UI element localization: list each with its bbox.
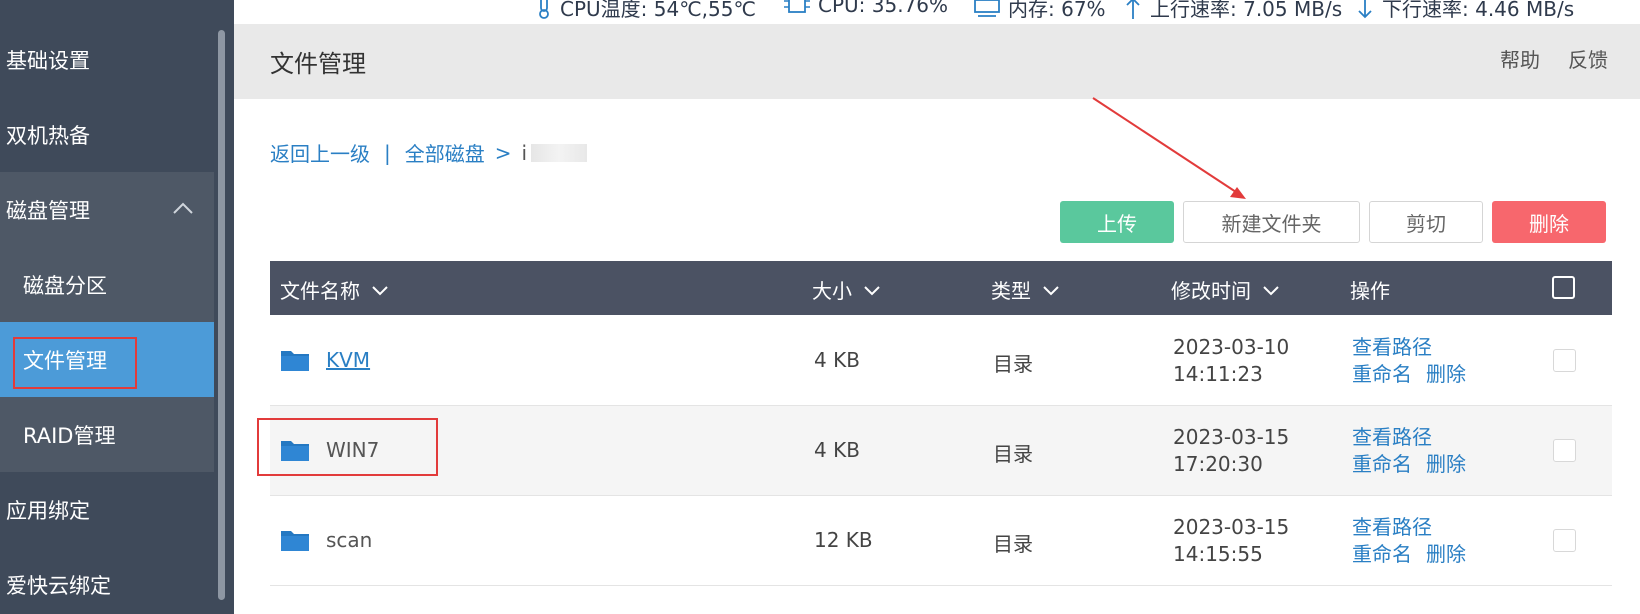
column-name[interactable]: 文件名称 <box>280 275 390 304</box>
folder-icon <box>281 531 309 551</box>
file-name-link[interactable]: KVM <box>326 348 370 372</box>
file-type: 目录 <box>993 532 1033 556</box>
help-link[interactable]: 帮助 <box>1500 44 1540 73</box>
folder-icon <box>281 351 309 371</box>
feedback-link[interactable]: 反馈 <box>1568 44 1608 73</box>
breadcrumb: 返回上一级 | 全部磁盘 > i <box>270 138 588 167</box>
sidebar-item-disk-partition[interactable]: 磁盘分区 <box>0 247 214 322</box>
delete-link[interactable]: 删除 <box>1426 542 1466 566</box>
all-disks-link[interactable]: 全部磁盘 <box>405 138 485 167</box>
rename-link[interactable]: 重命名 <box>1352 542 1412 566</box>
file-name-link[interactable]: scan <box>326 528 372 552</box>
view-path-link[interactable]: 查看路径 <box>1352 335 1432 359</box>
row-operations: 查看路径 重命名 删除 <box>1352 514 1466 568</box>
view-path-link[interactable]: 查看路径 <box>1352 425 1432 449</box>
sidebar-item-disk-management[interactable]: 磁盘管理 <box>0 172 214 247</box>
back-link[interactable]: 返回上一级 <box>270 138 370 167</box>
app-window: 基础设置 双机热备 磁盘管理 磁盘分区 文件管理 RAID管理 应用绑定 爱快云… <box>0 0 1640 614</box>
file-size: 4 KB <box>814 438 860 462</box>
status-bar: CPU温度: 54℃,55℃ CPU: 35.76% 内存: 67% 上行速率:… <box>234 0 1640 24</box>
breadcrumb-arrow: > <box>494 140 512 165</box>
cpu-chip-icon <box>784 0 810 13</box>
chevron-down-icon <box>1263 285 1279 295</box>
file-name-cell: scan <box>280 528 372 552</box>
sidebar-item-basic-settings[interactable]: 基础设置 <box>0 22 214 97</box>
sidebar-item-label: 双机热备 <box>6 123 90 148</box>
memory-icon <box>974 0 1000 17</box>
rename-link[interactable]: 重命名 <box>1352 362 1412 386</box>
delete-button[interactable]: 删除 <box>1492 201 1606 243</box>
column-type[interactable]: 类型 <box>991 275 1061 304</box>
sidebar-item-raid-management[interactable]: RAID管理 <box>0 397 214 472</box>
new-folder-button[interactable]: 新建文件夹 <box>1183 201 1360 243</box>
upload-speed-stat: 上行速率: 7.05 MB/s <box>1124 0 1342 22</box>
sidebar: 基础设置 双机热备 磁盘管理 磁盘分区 文件管理 RAID管理 应用绑定 爱快云… <box>0 0 234 614</box>
upload-button[interactable]: 上传 <box>1060 201 1174 243</box>
row-checkbox[interactable] <box>1553 349 1576 372</box>
sidebar-item-cloud-binding[interactable]: 爱快云绑定 <box>0 547 214 614</box>
delete-link[interactable]: 删除 <box>1426 362 1466 386</box>
sidebar-item-label: 应用绑定 <box>6 498 90 523</box>
sidebar-item-label: 磁盘管理 <box>6 198 90 223</box>
file-name-cell: KVM <box>280 348 370 372</box>
file-type: 目录 <box>993 442 1033 466</box>
file-modified-time: 2023-03-10 14:11:23 <box>1173 335 1290 386</box>
arrow-down-icon <box>1358 0 1372 18</box>
file-type: 目录 <box>993 352 1033 376</box>
sidebar-item-hot-standby[interactable]: 双机热备 <box>0 97 214 172</box>
sidebar-item-app-binding[interactable]: 应用绑定 <box>0 472 214 547</box>
chevron-down-icon <box>864 285 880 295</box>
cpu-usage-stat: CPU: 35.76% <box>784 0 948 17</box>
sidebar-item-label: RAID管理 <box>23 423 116 448</box>
column-size[interactable]: 大小 <box>812 275 882 304</box>
breadcrumb-current: i <box>521 140 528 165</box>
sidebar-scrollbar[interactable] <box>218 30 225 600</box>
table-row: scan 12 KB 目录 2023-03-15 14:15:55 查看路径 重… <box>270 496 1612 586</box>
page-title: 文件管理 <box>270 50 366 78</box>
download-speed-stat: 下行速率: 4.46 MB/s <box>1356 0 1574 22</box>
annotation-box-win7 <box>257 418 438 476</box>
file-modified-time: 2023-03-15 17:20:30 <box>1173 425 1290 476</box>
chevron-up-icon <box>173 202 193 214</box>
table-row: KVM 4 KB 目录 2023-03-10 14:11:23 查看路径 重命名… <box>270 316 1612 406</box>
redacted-text <box>531 143 588 162</box>
sidebar-item-label: 基础设置 <box>6 48 90 73</box>
row-checkbox[interactable] <box>1553 529 1576 552</box>
chevron-down-icon <box>1043 285 1059 295</box>
row-operations: 查看路径 重命名 删除 <box>1352 424 1466 478</box>
thermometer-icon <box>539 0 549 19</box>
file-size: 12 KB <box>814 528 873 552</box>
cpu-temp-stat: CPU温度: 54℃,55℃ <box>536 0 756 22</box>
row-checkbox[interactable] <box>1553 439 1576 462</box>
view-path-link[interactable]: 查看路径 <box>1352 515 1432 539</box>
page-header: 文件管理 帮助 反馈 <box>234 24 1640 99</box>
file-modified-time: 2023-03-15 14:15:55 <box>1173 515 1290 566</box>
table-row: WIN7 4 KB 目录 2023-03-15 17:20:30 查看路径 重命… <box>270 406 1612 496</box>
cut-button[interactable]: 剪切 <box>1369 201 1483 243</box>
breadcrumb-divider: | <box>384 140 391 165</box>
row-operations: 查看路径 重命名 删除 <box>1352 334 1466 388</box>
sidebar-item-label: 爱快云绑定 <box>6 573 111 598</box>
arrow-up-icon <box>1126 0 1140 19</box>
file-size: 4 KB <box>814 348 860 372</box>
column-modified-time[interactable]: 修改时间 <box>1171 275 1281 304</box>
select-all-checkbox[interactable] <box>1552 276 1575 299</box>
delete-link[interactable]: 删除 <box>1426 452 1466 476</box>
chevron-down-icon <box>372 285 388 295</box>
table-header: 文件名称 大小 类型 修改时间 操作 <box>270 261 1612 315</box>
memory-stat: 内存: 67% <box>974 0 1106 22</box>
annotation-box-file-management <box>13 337 137 389</box>
sidebar-item-label: 磁盘分区 <box>23 273 107 298</box>
rename-link[interactable]: 重命名 <box>1352 452 1412 476</box>
column-operations: 操作 <box>1350 279 1390 303</box>
